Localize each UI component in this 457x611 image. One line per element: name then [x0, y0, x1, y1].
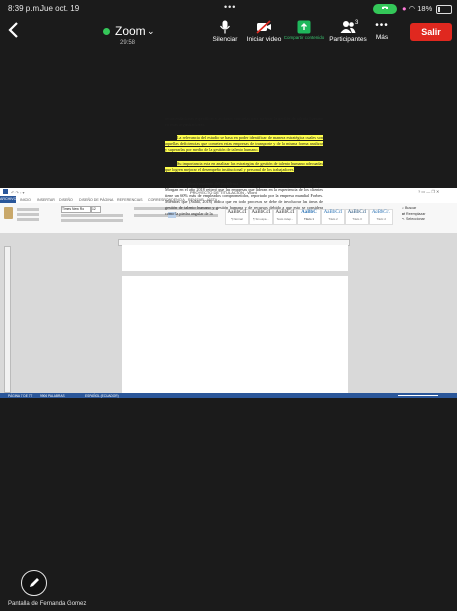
status-bar: 8:39 p.m. Jue oct. 19 ••• ● ◠ 18% — [0, 0, 457, 16]
tab-insert[interactable]: INSERTAR — [37, 198, 55, 202]
clipboard-controls[interactable] — [17, 208, 39, 211]
shared-screen[interactable]: ↶ ↷ ▫ ▾ PROYECTO DE TITULACIÓN - Word ? … — [0, 188, 457, 398]
battery-icon — [436, 5, 452, 14]
leave-button[interactable]: Salir — [410, 23, 452, 41]
start-video-button[interactable]: Iniciar video — [244, 20, 284, 43]
multitasking-dots-icon[interactable]: ••• — [224, 2, 236, 12]
participants-icon — [340, 21, 356, 33]
tab-page-layout[interactable]: DISEÑO DE PÁGINA — [79, 198, 113, 202]
chevron-down-icon[interactable]: ⌄ — [147, 26, 155, 37]
mute-label: Silenciar — [212, 36, 238, 43]
quick-access-icons: ↶ ↷ ▫ ▾ — [11, 190, 25, 195]
more-dots-icon: ••• — [375, 20, 389, 31]
vertical-ruler — [4, 246, 11, 393]
status-icons: ● ◠ 18% — [402, 4, 432, 13]
style-heading-4[interactable]: AaBbCc. Título 4 — [369, 209, 393, 225]
participants-button[interactable]: Participantes — [326, 20, 370, 43]
font-format-controls[interactable] — [61, 214, 123, 217]
chevron-left-icon[interactable] — [8, 20, 20, 42]
doc-paragraph-3[interactable]: Su importancia esta en analizar las estr… — [165, 161, 323, 173]
status-time: 8:39 p.m. — [8, 4, 42, 13]
word-count[interactable]: 9906 PALABRAS — [40, 394, 65, 398]
meeting-title[interactable]: Zoom — [115, 24, 146, 38]
page-count[interactable]: PÁGINA 7 DE 77 — [8, 394, 32, 398]
encryption-shield-icon[interactable] — [103, 28, 110, 35]
replace-icon: ⇄ — [402, 211, 406, 216]
participants-count: 3 — [355, 20, 359, 26]
select-icon: ↖ — [402, 217, 406, 221]
doc-paragraph-1[interactable]: recomendaciones específicas y acciones c… — [165, 116, 323, 128]
status-date: Jue oct. 19 — [40, 4, 80, 13]
select-button[interactable]: ↖ Seleccionar — [402, 217, 425, 223]
tab-references[interactable]: REFERENCIAS — [117, 198, 143, 202]
battery-level — [438, 7, 440, 12]
microphone-icon — [220, 20, 230, 34]
wifi-icon: ◠ — [408, 4, 416, 13]
highlighted-text: La relevancia del estudio se basa en pod… — [165, 135, 323, 153]
search-icon: ⌕ — [402, 206, 405, 210]
sharer-label: Pantalla de Fernanda Gomez — [8, 601, 87, 607]
doc-paragraph-2[interactable]: La relevancia del estudio se basa en pod… — [165, 135, 323, 153]
share-label: Compartir contenido — [283, 35, 325, 40]
bold-term: planteamiento del problema — [187, 181, 239, 186]
style-heading-3[interactable]: AaBbCcl Título 3 — [345, 209, 369, 225]
font-name-value: Times New Ro — [62, 207, 85, 211]
highlighted-text: Su importancia esta en analizar las estr… — [165, 161, 323, 173]
annotate-button[interactable] — [21, 570, 47, 596]
mute-button[interactable]: Silenciar — [205, 20, 245, 43]
clipboard-controls[interactable] — [17, 213, 39, 216]
word-status-bar: PÁGINA 7 DE 77 9906 PALABRAS ESPAÑOL (EC… — [0, 393, 457, 398]
word-app-icon — [3, 189, 8, 194]
pencil-icon — [30, 578, 39, 587]
editing-group: ⌕ Buscar ⇄ Reemplazar ↖ Seleccionar — [402, 206, 425, 223]
font-size-select[interactable]: 12 — [91, 206, 101, 213]
page-previous — [122, 245, 348, 271]
paste-icon[interactable] — [4, 207, 13, 219]
more-label: Más — [375, 34, 389, 41]
doc-paragraph-4[interactable]: En el planteamiento del problema, a nive… — [165, 181, 323, 217]
style-heading-2[interactable]: AaBbCcl Título 2 — [321, 209, 345, 225]
clipboard-controls[interactable] — [17, 218, 39, 221]
share-content-button[interactable]: Compartir contenido — [282, 20, 326, 40]
video-off-icon — [256, 20, 271, 34]
more-button[interactable]: ••• Más — [368, 20, 396, 41]
battery-percent: 18% — [417, 4, 433, 13]
window-controls: ? ▭ — ❐ ✕ — [418, 189, 440, 194]
video-label: Iniciar video — [246, 36, 282, 43]
font-name-select[interactable]: Times New Ro — [61, 206, 91, 213]
call-indicator-icon[interactable] — [373, 4, 397, 14]
meeting-timer: 29:58 — [120, 40, 136, 46]
share-arrow-icon — [297, 20, 311, 34]
language[interactable]: ESPAÑOL (ECUADOR) — [85, 394, 119, 398]
tab-home[interactable]: INICIO — [20, 198, 31, 202]
tab-file[interactable]: ARCHIVO — [0, 196, 16, 203]
zoom-slider[interactable] — [398, 395, 438, 396]
page-current[interactable] — [122, 276, 348, 396]
orientation-lock-icon: ● — [402, 4, 407, 13]
font-size-value: 12 — [92, 207, 96, 211]
font-color-controls[interactable] — [61, 219, 123, 222]
tab-design[interactable]: DISEÑO — [59, 198, 73, 202]
participants-label: Participantes — [329, 36, 367, 43]
